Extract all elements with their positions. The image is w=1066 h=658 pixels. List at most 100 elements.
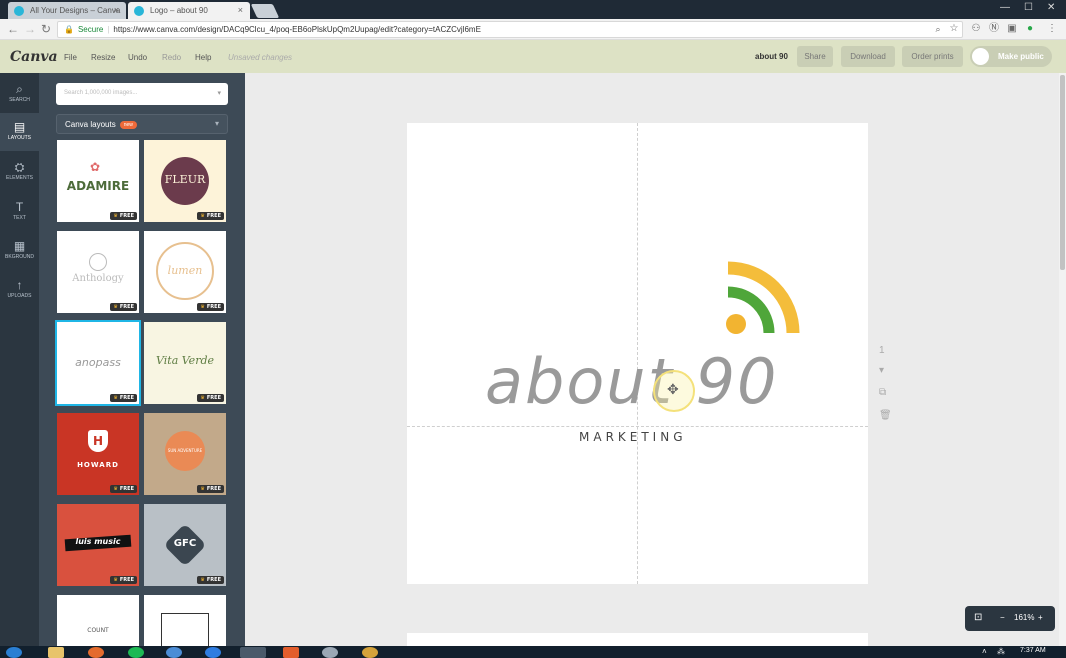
move-page-down-icon[interactable]: ▾ [879,365,884,376]
thumb-text: Vita Verde [156,354,214,367]
chevron-up-icon[interactable]: ˄ [982,647,987,656]
zoom-in-button[interactable]: + [1038,613,1043,622]
nav-label: TEXT [13,215,26,221]
lock-icon: 🔒 [64,25,74,34]
spotify-icon[interactable] [128,647,144,658]
layout-thumb-sun-adventure[interactable]: SUN ADVENTURE ♛ FREE [144,413,226,495]
scrollbar-thumb[interactable] [1060,75,1065,270]
app-icon[interactable] [362,647,378,658]
clock[interactable]: 7:37 AM [1020,647,1046,654]
extension-icon[interactable]: ▣ [1006,23,1018,35]
menu-resize[interactable]: Resize [91,53,115,62]
search-placeholder: Search 1,000,000 images... [64,90,138,96]
editor-menubar: Canva File Resize Undo Redo Help Unsaved… [0,40,1066,73]
extension-icon[interactable]: ● [1024,23,1036,35]
close-tab-icon[interactable]: × [114,5,119,15]
browser-tab[interactable]: All Your Designs – Canva × [8,2,126,19]
bookmark-star-icon[interactable]: ☆ [948,23,960,35]
menu-help[interactable]: Help [195,53,211,62]
canvas-area: about 90 MARKETING ✥ 1 ▾ ⧉ 🗑 ⊡ − 161% + [245,73,1059,653]
app-icon[interactable] [205,647,221,658]
canva-logo[interactable]: Canva [10,49,58,65]
image-search-input[interactable]: Search 1,000,000 images... ▾ [56,83,228,105]
url-field[interactable]: 🔒 Secure | https://www.canva.com/design/DAC… [57,21,963,38]
move-cursor: ✥ [653,370,695,412]
layout-thumb-adamire[interactable]: ✿ ADAMIRE ♛ FREE [57,140,139,222]
nav-elements[interactable]: ⛭ ELEMENTS [0,153,39,191]
layout-thumb-howard[interactable]: H HOWARD ♛ FREE [57,413,139,495]
nav-text[interactable]: T TEXT [0,193,39,231]
wifi-logo-icon[interactable] [720,258,800,338]
thumb-text: GFC [173,538,197,549]
nav-uploads[interactable]: ↑ UPLOADS [0,271,39,309]
browser-tab-active[interactable]: Logo – about 90 × [128,2,250,19]
free-badge: ♛ FREE [197,212,224,220]
menu-file[interactable]: File [64,53,77,62]
extension-icon[interactable]: Ⓝ [988,23,1000,35]
order-prints-button[interactable]: Order prints [902,46,963,67]
layout-thumb-anopass[interactable]: anopass ♛ FREE [55,320,141,406]
text-icon: T [15,200,24,214]
thumb-text: luis music [75,537,121,546]
layout-thumb-count[interactable]: COUNT [57,595,139,646]
free-badge: ♛ FREE [197,576,224,584]
extension-icon[interactable]: ⚇ [970,23,982,35]
back-icon[interactable]: ← [7,22,19,36]
present-icon[interactable]: ⊡ [974,612,982,623]
network-icon[interactable]: ⁂ [997,647,1005,656]
os-taskbar: ˄ ⁂ 7:37 AM [0,646,1066,658]
app-icon[interactable] [283,647,299,658]
browser-menu-icon[interactable]: ⋮ [1046,23,1058,35]
app-icon[interactable] [166,647,182,658]
thumb-text: Anthology [72,273,124,284]
design-title[interactable]: about 90 [755,52,788,61]
nav-search[interactable]: ⌕ SEARCH [0,75,39,113]
window-close-icon[interactable]: ✕ [1047,2,1055,13]
reload-icon[interactable]: ↻ [41,22,51,36]
layout-thumb-frame[interactable] [144,595,226,646]
center-guide-horizontal [407,426,868,427]
minimize-icon[interactable]: — [1000,2,1010,13]
nav-background[interactable]: ▦ BKGROUND [0,232,39,270]
close-tab-icon[interactable]: × [238,5,243,15]
delete-page-icon[interactable]: 🗑 [879,410,892,421]
new-tab-button[interactable] [250,4,280,18]
free-badge: ♛ FREE [110,576,137,584]
layout-thumb-vita-verde[interactable]: Vita Verde ♛ FREE [144,322,226,404]
chevron-down-icon[interactable]: ▾ [217,89,221,97]
menu-redo[interactable]: Redo [162,53,181,62]
app-icon[interactable] [322,647,338,658]
forward-icon[interactable]: → [24,22,36,36]
duplicate-page-icon[interactable]: ⧉ [879,387,886,398]
nav-label: BKGROUND [5,254,34,260]
make-public-toggle[interactable]: Make public [970,46,1052,67]
layouts-dropdown[interactable]: Canva layouts new ▾ [56,114,228,134]
file-explorer-icon[interactable] [48,647,64,658]
start-icon[interactable] [6,647,22,658]
zoom-icon[interactable]: ⌕ [932,23,944,35]
dropdown-label: Canva layouts [65,120,116,129]
make-public-label: Make public [998,52,1044,61]
maximize-icon[interactable]: ☐ [1024,2,1033,13]
layout-thumb-anthology[interactable]: Anthology ♛ FREE [57,231,139,313]
download-button[interactable]: Download [841,46,895,67]
layout-thumb-fleur[interactable]: FLEUR ♛ FREE [144,140,226,222]
layout-thumb-luis-music[interactable]: luis music ♛ FREE [57,504,139,586]
logo-wordmark[interactable]: about 90 [485,345,779,418]
firefox-icon[interactable] [88,647,104,658]
thumb-text: FLEUR [164,173,206,186]
vertical-scrollbar[interactable] [1059,73,1066,646]
share-button[interactable]: Share [797,46,833,67]
logo-tagline[interactable]: MARKETING [579,430,687,444]
nav-layouts[interactable]: ▤ LAYOUTS [0,113,39,151]
canva-favicon-icon [14,6,24,16]
menu-undo[interactable]: Undo [128,53,147,62]
layout-thumb-lumen[interactable]: lumen ♛ FREE [144,231,226,313]
tab-title: Logo – about 90 [150,6,208,15]
left-nav: ⌕ SEARCH ▤ LAYOUTS ⛭ ELEMENTS T TEXT ▦ B… [0,73,39,646]
zoom-out-button[interactable]: − [1000,613,1005,622]
layout-thumb-gfc[interactable]: GFC ♛ FREE [144,504,226,586]
free-badge: ♛ FREE [110,303,137,311]
zoom-level[interactable]: 161% [1014,613,1034,622]
chrome-taskbar-icon[interactable] [240,647,266,658]
